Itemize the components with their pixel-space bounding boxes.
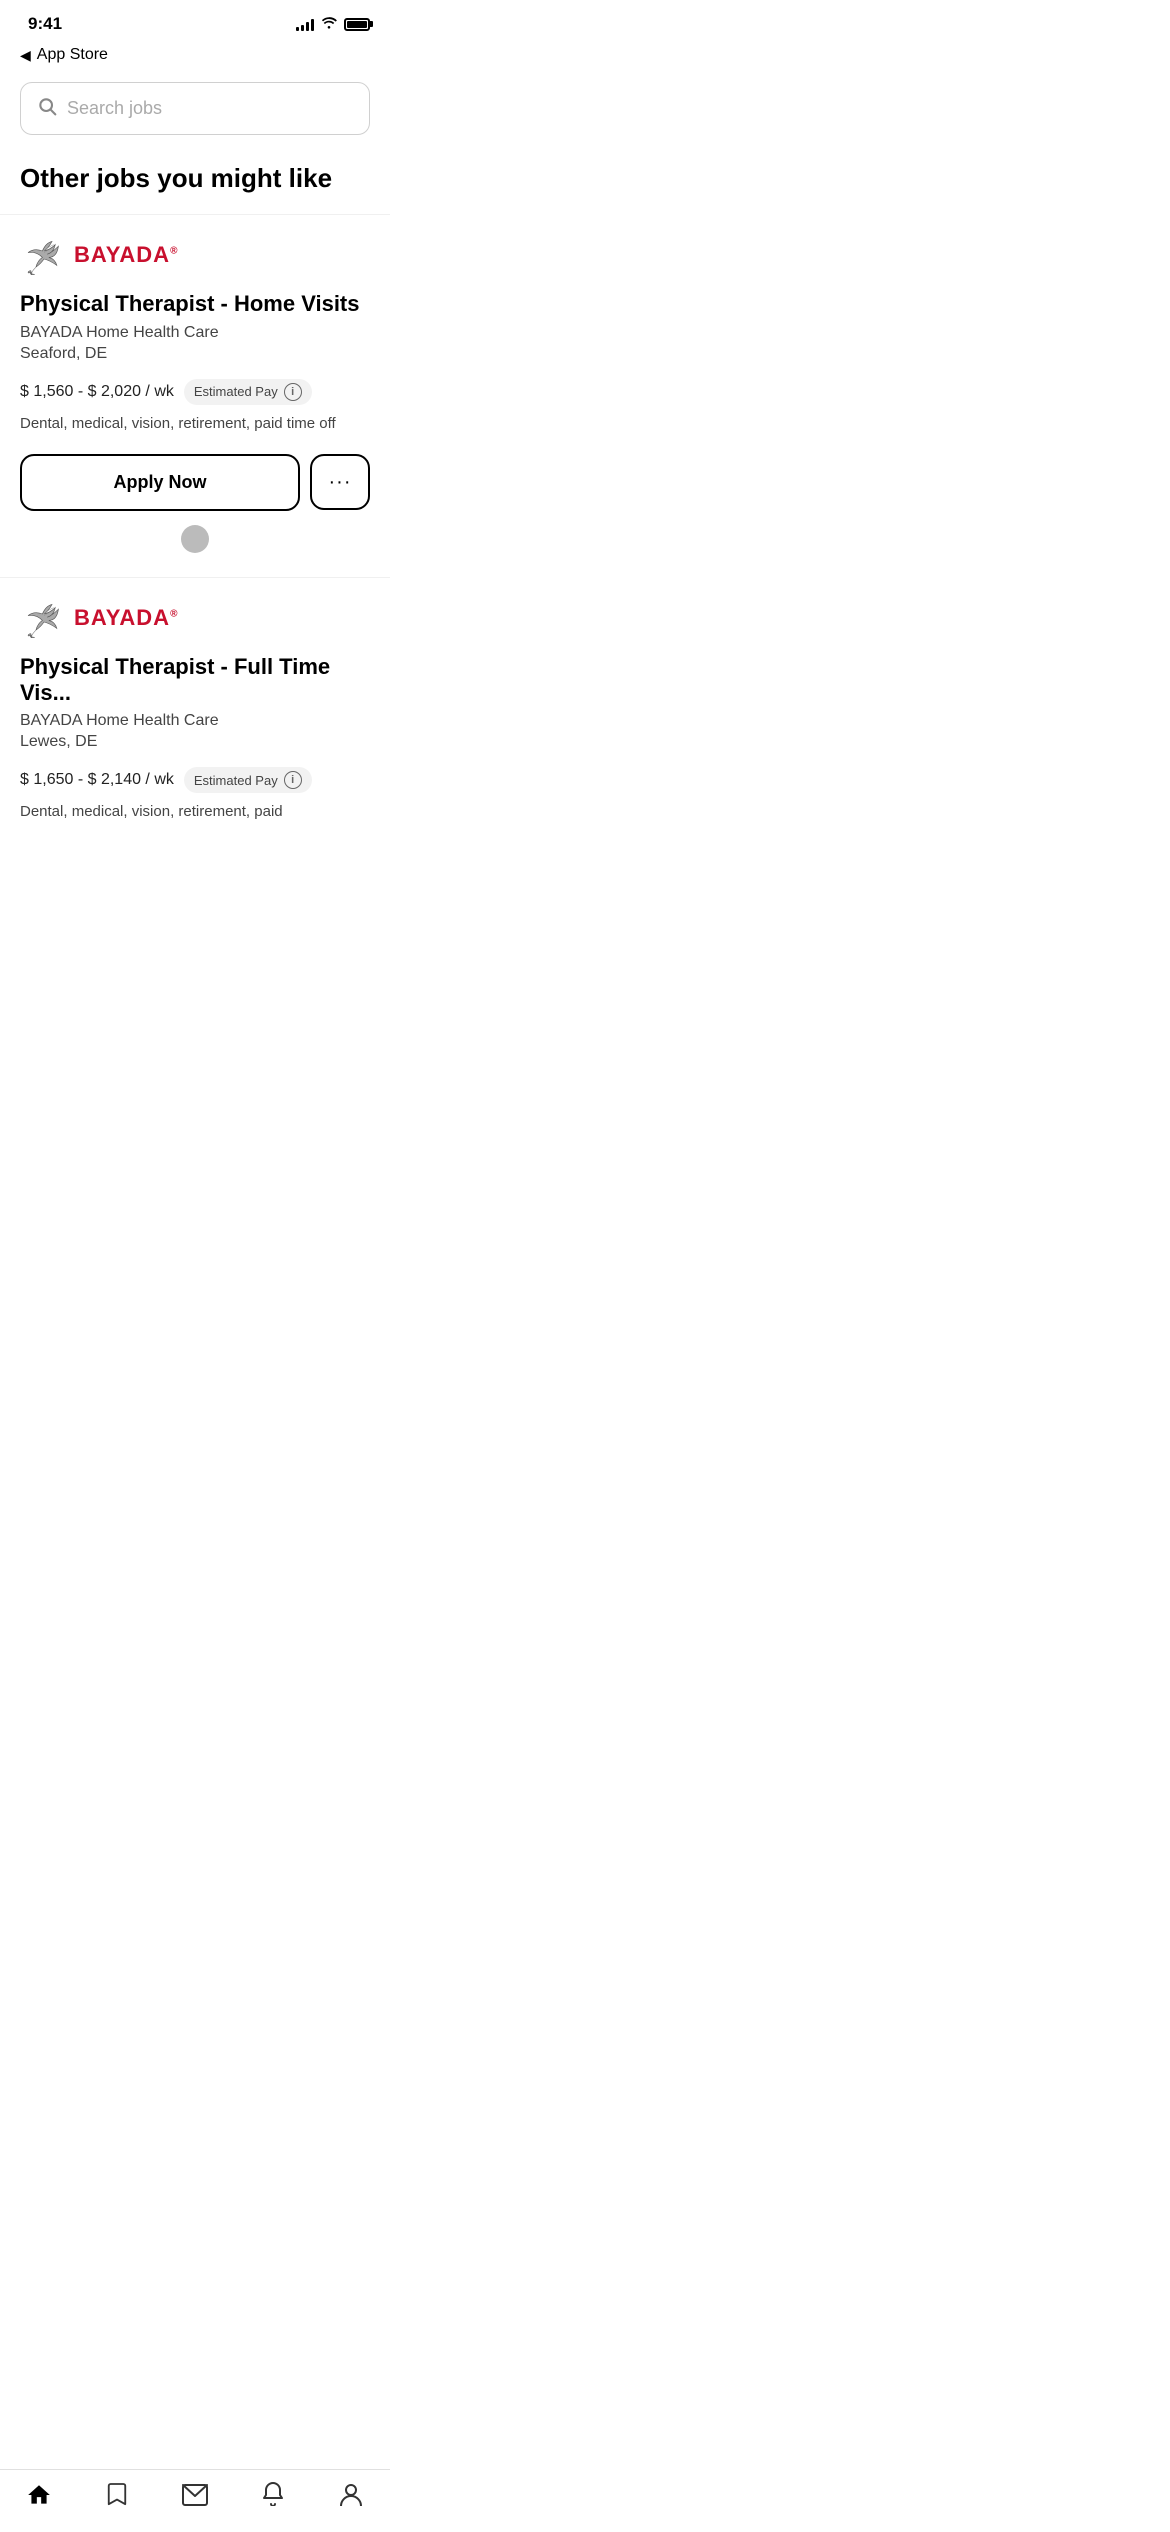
estimated-pay-label: Estimated Pay [194, 773, 278, 788]
bayada-bird-icon [20, 598, 68, 638]
pay-range: $ 1,650 - $ 2,140 / wk [20, 771, 174, 789]
company-name: BAYADA Home Health Care [20, 712, 370, 730]
status-time: 9:41 [28, 14, 62, 34]
dot-indicator [20, 525, 370, 553]
section-heading: Other jobs you might like [0, 151, 390, 214]
home-indicator [0, 2506, 390, 2532]
carousel-dot [181, 525, 209, 553]
pay-row: $ 1,560 - $ 2,020 / wk Estimated Pay i [20, 379, 370, 405]
company-name: BAYADA Home Health Care [20, 324, 370, 342]
nav-back-bar[interactable]: ◀ App Store [0, 42, 390, 72]
bayada-logo: BAYADA® [20, 235, 178, 275]
bayada-logo: BAYADA® [20, 598, 178, 638]
bayada-bird-icon [20, 235, 68, 275]
job-location: Seaford, DE [20, 345, 370, 363]
pay-range: $ 1,560 - $ 2,020 / wk [20, 383, 174, 401]
signal-icon [296, 18, 314, 31]
battery-icon [344, 18, 370, 31]
apply-now-button[interactable]: Apply Now [20, 454, 300, 511]
job-location: Lewes, DE [20, 733, 370, 751]
bayada-name: BAYADA® [74, 242, 178, 268]
action-row: Apply Now ··· [20, 454, 370, 511]
info-icon[interactable]: i [284, 383, 302, 401]
bell-icon [260, 2482, 286, 2508]
job-title: Physical Therapist - Home Visits [20, 291, 370, 317]
bookmark-icon [104, 2482, 130, 2508]
status-bar: 9:41 [0, 0, 390, 42]
job-title: Physical Therapist - Full Time Vis... [20, 654, 370, 707]
wifi-icon [320, 15, 338, 34]
status-icons [296, 15, 370, 34]
pay-row: $ 1,650 - $ 2,140 / wk Estimated Pay i [20, 767, 370, 793]
home-icon [26, 2482, 52, 2508]
estimated-pay-badge[interactable]: Estimated Pay i [184, 767, 312, 793]
back-arrow-icon: ◀ [20, 47, 31, 64]
search-icon [37, 96, 57, 121]
job-benefits: Dental, medical, vision, retirement, pai… [20, 413, 370, 434]
job-card: BAYADA® Physical Therapist - Full Time V… [0, 577, 390, 867]
bayada-name: BAYADA® [74, 605, 178, 631]
scroll-content: Search jobs Other jobs you might like [0, 72, 390, 966]
person-icon [338, 2482, 364, 2508]
search-bar[interactable]: Search jobs [20, 82, 370, 135]
mail-icon [182, 2482, 208, 2508]
estimated-pay-label: Estimated Pay [194, 384, 278, 399]
company-logo: BAYADA® [20, 235, 370, 275]
job-benefits: Dental, medical, vision, retirement, pai… [20, 801, 370, 822]
job-card: BAYADA® Physical Therapist - Home Visits… [0, 214, 390, 576]
back-label: App Store [37, 46, 108, 64]
more-options-button[interactable]: ··· [310, 454, 370, 510]
estimated-pay-badge[interactable]: Estimated Pay i [184, 379, 312, 405]
search-placeholder: Search jobs [67, 98, 162, 119]
search-container: Search jobs [0, 72, 390, 151]
company-logo: BAYADA® [20, 598, 370, 638]
info-icon[interactable]: i [284, 771, 302, 789]
